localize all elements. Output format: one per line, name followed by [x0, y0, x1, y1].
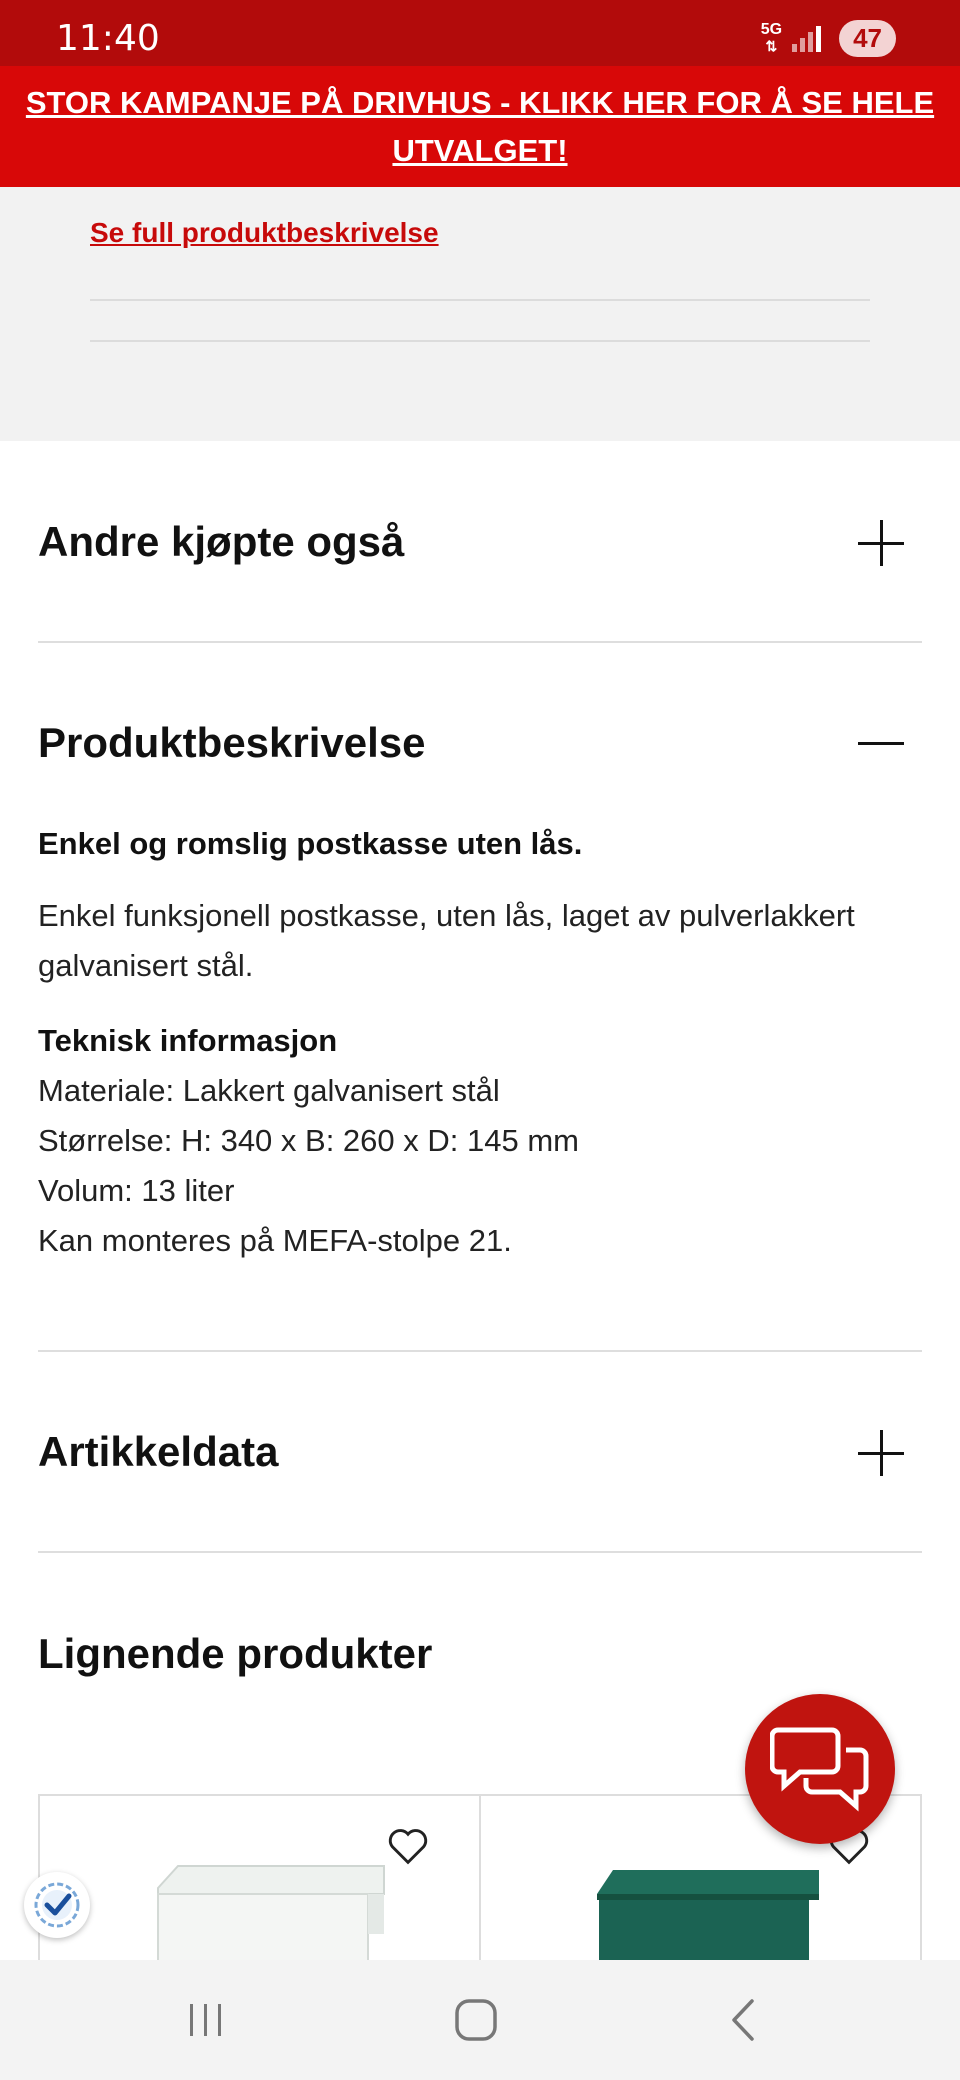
product-card[interactable]: [38, 1794, 481, 1960]
signal-icon: [792, 25, 822, 52]
tech-line: Volum: 13 liter: [38, 1173, 235, 1208]
battery-level: 47: [853, 23, 882, 53]
network-icon: 5G ⇅: [760, 21, 783, 55]
heart-icon[interactable]: [386, 1826, 430, 1866]
status-time: 11:40: [56, 18, 160, 59]
description-headline: Enkel og romslig postkasse uten lås.: [38, 826, 583, 861]
status-icons: 5G ⇅ 47: [761, 20, 896, 57]
recent-apps-icon[interactable]: [166, 1990, 246, 2050]
divider: [38, 641, 922, 643]
similar-products-title: Lignende produkter: [38, 1630, 433, 1677]
battery-icon: 47: [839, 20, 896, 57]
mailbox-image: [157, 1865, 385, 1960]
divider: [38, 1551, 922, 1553]
description-title[interactable]: Produktbeskrivelse: [38, 719, 426, 767]
chat-icon: [770, 1727, 869, 1812]
plus-icon[interactable]: [858, 520, 904, 566]
back-icon[interactable]: [704, 1990, 784, 2050]
trust-badge[interactable]: [24, 1872, 90, 1938]
tech-line: Kan monteres på MEFA-stolpe 21.: [38, 1223, 512, 1258]
plus-icon[interactable]: [858, 1430, 904, 1476]
shield-check-icon: [34, 1882, 80, 1928]
tech-info-title: Teknisk informasjon: [38, 1023, 338, 1058]
divider: [38, 1350, 922, 1352]
mailbox-image: [597, 1870, 819, 1960]
divider: [90, 340, 870, 342]
also-bought-title[interactable]: Andre kjøpte også: [38, 518, 404, 566]
article-data-title[interactable]: Artikkeldata: [38, 1428, 278, 1476]
home-icon[interactable]: [436, 1990, 516, 2050]
divider: [90, 299, 870, 301]
promo-link[interactable]: STOR KAMPANJE PÅ DRIVHUS - KLIKK HER FOR…: [20, 79, 940, 175]
full-description-link[interactable]: Se full produktbeskrivelse: [90, 217, 439, 249]
promo-banner[interactable]: STOR KAMPANJE PÅ DRIVHUS - KLIKK HER FOR…: [0, 66, 960, 187]
chat-button[interactable]: [745, 1694, 895, 1844]
network-label: 5G: [760, 21, 783, 38]
minus-icon[interactable]: [858, 720, 904, 766]
navigation-bar: [0, 1960, 960, 2080]
product-info-area: Se full produktbeskrivelse: [0, 187, 960, 441]
description-body: Enkel funksjonell postkasse, uten lås, l…: [38, 898, 855, 983]
tech-line: Materiale: Lakkert galvanisert stål: [38, 1073, 500, 1108]
tech-line: Størrelse: H: 340 x B: 260 x D: 145 mm: [38, 1123, 579, 1158]
status-bar: 11:40 5G ⇅ 47: [0, 0, 960, 66]
